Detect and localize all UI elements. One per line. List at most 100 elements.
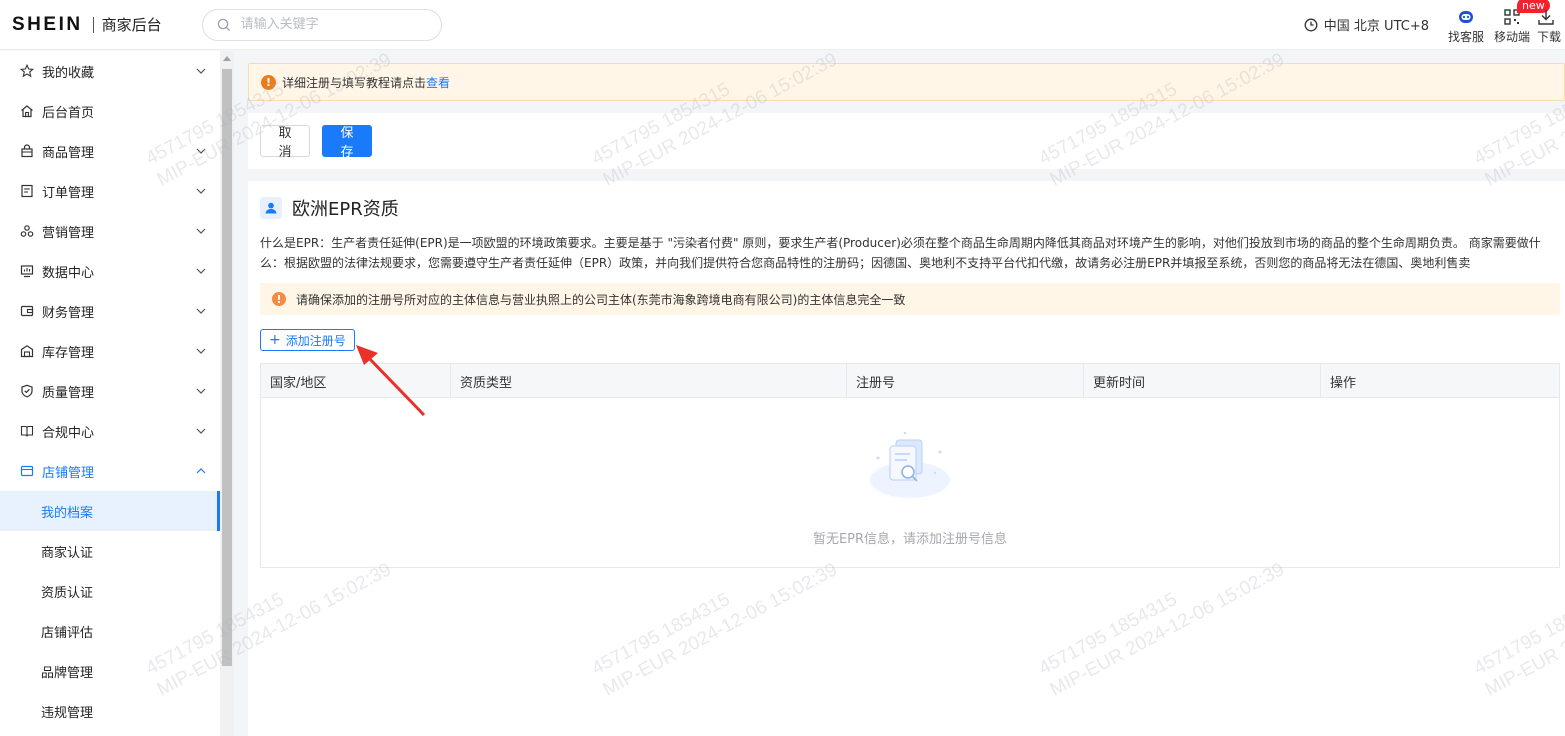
sidebar-subitem-violation-management[interactable]: 违规管理 bbox=[0, 691, 220, 731]
scroll-up-icon[interactable] bbox=[223, 56, 231, 61]
chevron-down-icon bbox=[196, 348, 206, 354]
download-label: 下载 bbox=[1537, 28, 1561, 45]
chevron-down-icon bbox=[196, 228, 206, 234]
empty-document-icon bbox=[864, 430, 956, 502]
warning-icon: ! bbox=[261, 75, 276, 90]
sidebar-item-label: 合规中心 bbox=[42, 422, 94, 441]
sidebar-item-finance[interactable]: 财务管理 bbox=[0, 291, 220, 331]
sidebar-item-compliance[interactable]: 合规中心 bbox=[0, 411, 220, 451]
sidebar-item-store-management[interactable]: 店铺管理 bbox=[0, 451, 220, 491]
logo-divider bbox=[93, 17, 94, 33]
sidebar-subitem-my-profile[interactable]: 我的档案 bbox=[0, 491, 220, 531]
empty-state: 暂无EPR信息，请添加注册号信息 bbox=[261, 398, 1559, 567]
star-icon bbox=[20, 64, 34, 78]
sidebar-item-label: 数据中心 bbox=[42, 262, 94, 281]
clock-icon bbox=[1304, 18, 1318, 32]
sidebar-item-label: 店铺管理 bbox=[42, 462, 94, 481]
sidebar-item-products[interactable]: 商品管理 bbox=[0, 131, 220, 171]
wallet-icon bbox=[20, 304, 34, 318]
sidebar-item-favorites[interactable]: 我的收藏 bbox=[0, 51, 220, 91]
tutorial-notice-text: 详细注册与填写教程请点击 bbox=[282, 74, 426, 91]
download-icon bbox=[1537, 8, 1555, 26]
sidebar-item-data-center[interactable]: 数据中心 bbox=[0, 251, 220, 291]
entity-warning-text: 请确保添加的注册号所对应的主体信息与营业执照上的公司主体(东莞市海象跨境电商有限… bbox=[296, 291, 905, 308]
add-registration-button[interactable]: + 添加注册号 bbox=[260, 329, 355, 351]
chevron-down-icon bbox=[196, 388, 206, 394]
sidebar-item-quality[interactable]: 质量管理 bbox=[0, 371, 220, 411]
sidebar: 我的收藏 后台首页 商品管理 订单管理 营销管理 数据中心 财务管理 库存管理 … bbox=[0, 51, 220, 736]
tutorial-link[interactable]: 查看 bbox=[426, 74, 450, 91]
warning-icon: ! bbox=[272, 292, 286, 306]
store-icon bbox=[20, 464, 34, 478]
sidebar-item-label: 后台首页 bbox=[42, 102, 94, 121]
sidebar-item-home[interactable]: 后台首页 bbox=[0, 91, 220, 131]
epr-description-line: 么：根据欧盟的法律法规要求，您需要遵守生产者责任延伸（EPR）政策，并向我们提供… bbox=[260, 253, 1560, 273]
search-input[interactable] bbox=[241, 17, 421, 32]
top-bar: SHEIN 商家后台 中国 北京 UTC+8 找客服 new 移动端 下载 bbox=[0, 0, 1565, 50]
sidebar-item-label: 财务管理 bbox=[42, 302, 94, 321]
chevron-down-icon bbox=[196, 148, 206, 154]
section-title-text: 欧洲EPR资质 bbox=[292, 195, 399, 221]
chevron-down-icon bbox=[196, 188, 206, 194]
add-registration-label: 添加注册号 bbox=[286, 332, 346, 349]
chevron-down-icon bbox=[196, 308, 206, 314]
sidebar-scrollbar[interactable] bbox=[220, 51, 234, 736]
chevron-down-icon bbox=[196, 68, 206, 74]
action-bar: 取消 保存 bbox=[248, 113, 1565, 169]
robot-icon bbox=[1456, 8, 1476, 26]
table-header: 国家/地区 资质类型 注册号 更新时间 操作 bbox=[261, 364, 1559, 398]
sidebar-item-label: 营销管理 bbox=[42, 222, 94, 241]
column-header: 操作 bbox=[1321, 364, 1559, 398]
sidebar-item-marketing[interactable]: 营销管理 bbox=[0, 211, 220, 251]
sidebar-item-label: 质量管理 bbox=[42, 382, 94, 401]
sidebar-subitem-qualification[interactable]: 资质认证 bbox=[0, 571, 220, 611]
home-icon bbox=[20, 104, 34, 118]
timezone-label: 中国 北京 UTC+8 bbox=[1324, 15, 1429, 34]
timezone-selector[interactable]: 中国 北京 UTC+8 bbox=[1304, 15, 1429, 34]
user-icon bbox=[264, 201, 278, 215]
epr-card: 欧洲EPR资质 什么是EPR：生产者责任延伸(EPR)是一项欧盟的环境政策要求。… bbox=[248, 181, 1565, 736]
sidebar-item-label: 订单管理 bbox=[42, 182, 94, 201]
sidebar-item-label: 库存管理 bbox=[42, 342, 94, 361]
search-box[interactable] bbox=[202, 9, 442, 41]
order-icon bbox=[20, 184, 34, 198]
sidebar-item-label: 商品管理 bbox=[42, 142, 94, 161]
sidebar-item-orders[interactable]: 订单管理 bbox=[0, 171, 220, 211]
mobile-button[interactable]: new 移动端 bbox=[1489, 4, 1535, 45]
sidebar-item-label: 我的收藏 bbox=[42, 62, 94, 81]
sidebar-subitem-store-evaluation[interactable]: 店铺评估 bbox=[0, 611, 220, 651]
header-tools: 中国 北京 UTC+8 找客服 new 移动端 下载 bbox=[1304, 0, 1565, 50]
chevron-down-icon bbox=[196, 428, 206, 434]
sidebar-subitem-brand-management[interactable]: 品牌管理 bbox=[0, 651, 220, 691]
shein-logo[interactable]: SHEIN bbox=[12, 14, 83, 36]
bag-icon bbox=[20, 144, 34, 158]
marketing-icon bbox=[20, 224, 34, 238]
mobile-label: 移动端 bbox=[1494, 28, 1530, 45]
scrollbar-thumb[interactable] bbox=[222, 69, 232, 666]
book-icon bbox=[20, 424, 34, 438]
monitor-icon bbox=[20, 264, 34, 278]
download-button[interactable]: 下载 bbox=[1535, 4, 1565, 45]
cancel-button[interactable]: 取消 bbox=[260, 125, 310, 157]
chevron-down-icon bbox=[196, 268, 206, 274]
main-content: ! 详细注册与填写教程请点击 查看 取消 保存 欧洲EPR资质 什么是EPR：生… bbox=[248, 51, 1565, 736]
shield-icon bbox=[20, 384, 34, 398]
column-header: 资质类型 bbox=[451, 364, 847, 398]
chevron-up-icon bbox=[196, 468, 206, 474]
entity-warning: ! 请确保添加的注册号所对应的主体信息与营业执照上的公司主体(东莞市海象跨境电商… bbox=[260, 283, 1560, 315]
annotation-arrow-icon bbox=[350, 343, 430, 419]
epr-table: 国家/地区 资质类型 注册号 更新时间 操作 bbox=[260, 363, 1560, 568]
search-icon bbox=[217, 18, 231, 32]
platform-title: 商家后台 bbox=[102, 14, 162, 35]
epr-description: 什么是EPR：生产者责任延伸(EPR)是一项欧盟的环境政策要求。主要是基于 "污… bbox=[260, 233, 1560, 273]
empty-state-text: 暂无EPR信息，请添加注册号信息 bbox=[261, 528, 1559, 547]
column-header: 注册号 bbox=[847, 364, 1084, 398]
plus-icon: + bbox=[269, 333, 281, 347]
column-header: 更新时间 bbox=[1084, 364, 1321, 398]
sidebar-item-inventory[interactable]: 库存管理 bbox=[0, 331, 220, 371]
save-button[interactable]: 保存 bbox=[322, 125, 372, 157]
customer-service-label: 找客服 bbox=[1448, 28, 1484, 45]
section-title: 欧洲EPR资质 bbox=[260, 195, 399, 221]
customer-service-button[interactable]: 找客服 bbox=[1443, 4, 1489, 45]
sidebar-subitem-merchant-verification[interactable]: 商家认证 bbox=[0, 531, 220, 571]
